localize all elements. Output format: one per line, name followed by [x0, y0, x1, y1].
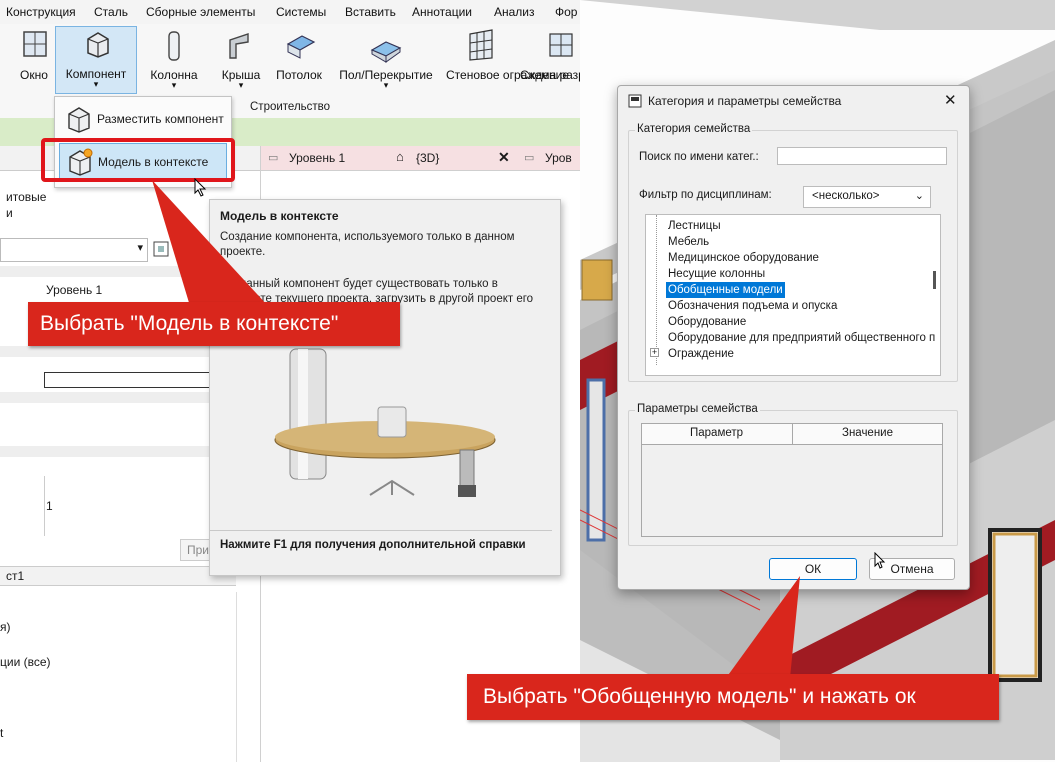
menu-bar: Конструкция Сталь Сборные элементы Систе… [0, 0, 580, 25]
menu-steel[interactable]: Сталь [94, 5, 128, 19]
tree-item[interactable]: Лестницы [668, 218, 721, 234]
revit-window: Конструкция Сталь Сборные элементы Систе… [0, 0, 580, 762]
tab-level-partial[interactable]: ▭ Уров [524, 146, 580, 170]
3d-view-icon: ⌂ [396, 149, 404, 164]
instruction-callout-right: Выбрать "Обобщенную модель" и нажать ок [467, 674, 999, 720]
tree-item[interactable]: Обозначения подъема и опуска [668, 298, 837, 314]
browser-item[interactable]: я) [0, 620, 11, 634]
callout-pointer [726, 576, 800, 678]
family-label-fragment2: и [6, 206, 13, 220]
column-header-value[interactable]: Значение [842, 427, 893, 439]
close-icon[interactable]: ✕ [944, 91, 957, 109]
parameters-table: Параметр Значение [641, 423, 943, 537]
app-icon [628, 94, 642, 108]
menu-form[interactable]: Фор [555, 5, 577, 19]
menu-systems[interactable]: Системы [276, 5, 326, 19]
discipline-filter-select[interactable]: <несколько> ⌄ [803, 186, 931, 208]
tab-level1[interactable]: ▭ Уровень 1 [260, 146, 394, 170]
chevron-down-icon: ▾ [383, 80, 389, 90]
menu-precast[interactable]: Сборные элементы [146, 5, 255, 19]
instance-selector[interactable]: ▾ [0, 238, 148, 262]
search-label: Поиск по имени катег.: [639, 151, 759, 163]
model-in-place-illustration [274, 348, 496, 497]
tree-item[interactable]: Оборудование [668, 314, 746, 330]
menu-annotate[interactable]: Аннотации [412, 5, 472, 19]
callout-pointer [152, 180, 268, 306]
tree-item-selected[interactable]: Обобщенные модели [666, 282, 785, 298]
column-header-parameter[interactable]: Параметр [690, 427, 743, 439]
tree-item[interactable]: Медицинское оборудование [668, 250, 819, 266]
ceiling-icon [286, 35, 316, 59]
chevron-down-icon: ▾ [93, 79, 99, 89]
menu-analyze[interactable]: Анализ [494, 5, 535, 19]
category-tree[interactable]: Лестницы Мебель Медицинское оборудование… [645, 214, 941, 376]
category-group: Категория семейства Поиск по имени катег… [628, 123, 958, 382]
tree-item[interactable]: Оборудование для предприятий общественно… [668, 330, 935, 346]
dialog-title: Категория и параметры семейства [648, 94, 842, 108]
filter-label: Фильтр по дисциплинам: [639, 189, 772, 201]
plan-view-icon: ▭ [524, 152, 535, 164]
tooltip-help: Нажмите F1 для получения дополнительной … [220, 539, 526, 551]
ceiling-button[interactable]: Потолок [272, 28, 326, 88]
component-button[interactable]: Компонент ▾ [55, 26, 137, 94]
plan-view-icon: ▭ [268, 152, 279, 164]
chevron-down-icon: ▾ [137, 242, 143, 254]
column-icon [168, 31, 180, 61]
number-value: 1 [46, 499, 53, 513]
chevron-down-icon: ▾ [238, 80, 244, 90]
scrollbar-thumb[interactable] [933, 271, 936, 289]
curtain-wall-icon [469, 29, 493, 61]
browser-item[interactable]: t [0, 726, 3, 740]
view-tabs: ▭ Уровень 1 ⌂ {3D} ✕ ▭ Уров [260, 146, 580, 171]
family-label-fragment: итовые [6, 190, 47, 204]
mouse-cursor-icon [874, 552, 886, 569]
roof-icon [229, 33, 249, 59]
parameters-group: Параметры семейства Параметр Значение [628, 403, 958, 546]
component-icon [87, 32, 109, 58]
tab-3d[interactable]: ⌂ {3D} ✕ [394, 146, 524, 170]
family-category-dialog: Категория и параметры семейства ✕ Катего… [617, 85, 970, 590]
curtain-wall-button[interactable]: Стеновое ограждение [446, 28, 569, 98]
place-component-item[interactable]: Разместить компонент [59, 101, 225, 137]
level-value: Уровень 1 [46, 283, 103, 297]
menu-construction[interactable]: Конструкция [6, 5, 76, 19]
close-tab-icon[interactable]: ✕ [498, 149, 510, 166]
column-button[interactable]: Колонна ▾ [144, 28, 204, 90]
tree-item[interactable]: Несущие колонны [668, 266, 765, 282]
tree-item[interactable]: Ограждение [668, 346, 734, 362]
roof-button[interactable]: Крыша ▾ [212, 28, 270, 90]
expand-icon[interactable]: + [650, 348, 659, 357]
curtain-grid-button[interactable]: Схема разр стены [518, 28, 580, 98]
chevron-down-icon: ▾ [171, 80, 177, 90]
window-icon [23, 31, 47, 57]
project-browser-header: ст1 [0, 566, 236, 586]
menu-insert[interactable]: Вставить [345, 5, 396, 19]
category-search-input[interactable] [777, 147, 947, 165]
floor-icon [370, 41, 402, 63]
ribbon-group-label: Строительство [250, 101, 331, 113]
tree-item[interactable]: Мебель [668, 234, 709, 250]
property-input[interactable] [44, 372, 236, 388]
instruction-callout-left: Выбрать "Модель в контексте" [28, 302, 400, 346]
curtain-grid-icon [549, 33, 573, 57]
component-icon [68, 107, 90, 133]
window-button[interactable]: Окно [14, 28, 54, 88]
browser-item[interactable]: ции (все) [0, 655, 51, 669]
highlight-frame [41, 138, 235, 182]
chevron-down-icon: ⌄ [914, 190, 924, 202]
floor-button[interactable]: Пол/Перекрытие ▾ [334, 28, 438, 90]
